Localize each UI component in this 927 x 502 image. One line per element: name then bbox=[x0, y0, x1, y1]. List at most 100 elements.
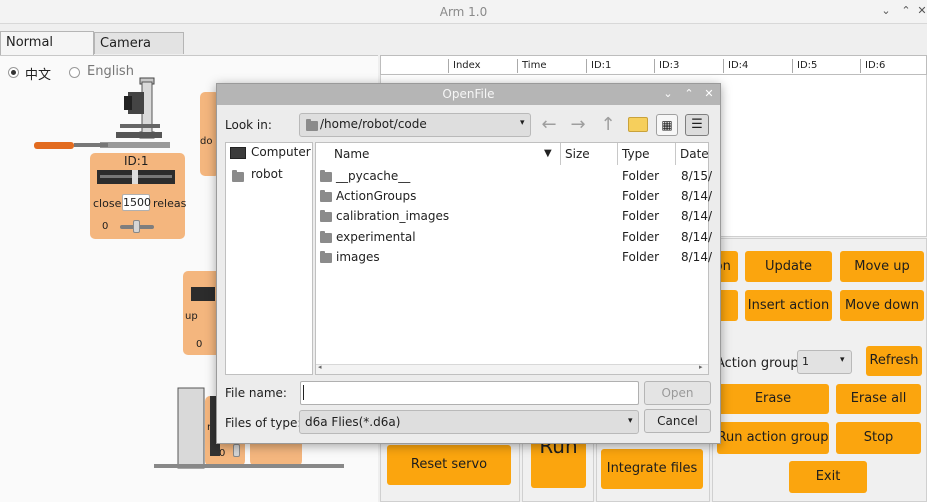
close-icon[interactable]: ✕ bbox=[915, 4, 927, 18]
sidebar-item-robot[interactable]: robot bbox=[228, 167, 314, 187]
action-group-value: 1 bbox=[802, 355, 809, 368]
open-button[interactable]: Open bbox=[644, 381, 711, 405]
erase-all-button[interactable]: Erase all bbox=[836, 384, 921, 414]
file-name: images bbox=[336, 250, 380, 264]
servo-up-offset: 0 bbox=[196, 339, 203, 350]
chevron-down-icon: ▾ bbox=[840, 355, 845, 365]
maximize-icon[interactable]: ⌃ bbox=[899, 4, 913, 18]
servo-offset-label: 0 bbox=[102, 221, 109, 232]
computer-icon bbox=[230, 147, 246, 159]
minimize-icon[interactable]: ⌄ bbox=[879, 4, 893, 18]
erase-button[interactable]: Erase bbox=[717, 384, 829, 414]
folder-icon bbox=[320, 231, 332, 243]
servo-release-label: releas bbox=[153, 197, 187, 210]
back-arrow-icon[interactable]: ← bbox=[538, 114, 560, 136]
sidebar-label-computer: Computer bbox=[251, 145, 311, 159]
chevron-down-icon: ▾ bbox=[520, 118, 525, 128]
reset-servo-button[interactable]: Reset servo bbox=[387, 445, 511, 485]
col-name-label: Name bbox=[334, 147, 370, 161]
look-in-label: Look in: bbox=[225, 118, 272, 132]
folder-icon bbox=[232, 170, 244, 182]
file-type: Folder bbox=[622, 189, 660, 203]
dialog-title: OpenFile bbox=[442, 87, 495, 101]
servo-value-field[interactable]: 1500 bbox=[122, 194, 151, 211]
cancel-button[interactable]: Cancel bbox=[644, 409, 711, 433]
detail-view-icon[interactable]: ☰ bbox=[685, 114, 709, 136]
file-type: Folder bbox=[622, 169, 660, 183]
col-name[interactable]: Name ▼ bbox=[316, 143, 561, 165]
tab-camera-tool[interactable]: Camera Tool bbox=[94, 32, 184, 72]
stop-button[interactable]: Stop bbox=[836, 422, 921, 454]
window-title: Arm 1.0 bbox=[439, 5, 488, 19]
sidebar-item-computer[interactable]: Computer bbox=[228, 145, 314, 165]
exit-button[interactable]: Exit bbox=[789, 461, 867, 493]
servo-slider[interactable] bbox=[97, 170, 175, 184]
col-type[interactable]: Type bbox=[618, 143, 676, 165]
file-name: ActionGroups bbox=[336, 189, 417, 203]
dialog-title-bar: OpenFile bbox=[217, 84, 720, 105]
col-date[interactable]: Date bbox=[676, 143, 709, 165]
file-row[interactable]: ActionGroups Folder 8/14/ bbox=[316, 186, 712, 206]
action-table-header: Index Time ID:1 ID:3 ID:4 ID:5 ID:6 bbox=[380, 55, 927, 75]
file-type: Folder bbox=[622, 250, 660, 264]
look-in-path: /home/robot/code bbox=[320, 117, 427, 131]
file-row[interactable]: experimental Folder 8/14/ bbox=[316, 227, 712, 247]
servo-offset-knob[interactable] bbox=[133, 220, 140, 233]
file-type: Folder bbox=[622, 230, 660, 244]
list-view-icon[interactable]: ▦ bbox=[656, 114, 678, 136]
sort-down-icon: ▼ bbox=[544, 148, 552, 159]
files-of-type-select[interactable]: d6a Flies(*.d6a) ▾ bbox=[299, 410, 639, 434]
servo-partial-label: do bbox=[200, 136, 213, 147]
action-group-select[interactable]: 1 ▾ bbox=[797, 350, 852, 374]
dialog-minimize-icon[interactable]: ⌄ bbox=[661, 87, 675, 101]
file-name: __pycache__ bbox=[336, 169, 411, 183]
folder-icon bbox=[306, 119, 318, 131]
servo-up-slider[interactable] bbox=[191, 287, 215, 301]
file-row[interactable]: calibration_images Folder 8/14/ bbox=[316, 206, 712, 226]
radio-chinese[interactable] bbox=[8, 67, 19, 78]
folder-icon bbox=[320, 210, 332, 222]
files-of-type-value: d6a Flies(*.d6a) bbox=[305, 415, 401, 429]
col-id5: ID:5 bbox=[792, 59, 817, 73]
insert-action-button[interactable]: Insert action bbox=[745, 290, 832, 321]
look-in-combo[interactable]: /home/robot/code ▾ bbox=[299, 113, 531, 137]
move-up-button[interactable]: Move up bbox=[840, 251, 924, 282]
folder-icon bbox=[320, 170, 332, 182]
file-row[interactable]: images Folder 8/14/ bbox=[316, 247, 712, 267]
arm-gripper-image bbox=[34, 77, 170, 149]
files-of-type-label: Files of type: bbox=[225, 416, 302, 430]
scroll-left-icon[interactable]: ◂ bbox=[318, 363, 322, 371]
dialog-maximize-icon[interactable]: ⌃ bbox=[682, 87, 696, 101]
run-action-group-button[interactable]: Run action group bbox=[717, 422, 829, 454]
servo-close-label: close bbox=[93, 197, 122, 210]
file-date: 8/14/ bbox=[681, 189, 712, 203]
file-name: experimental bbox=[336, 230, 416, 244]
servo-up-label: up bbox=[185, 311, 198, 322]
tab-normal-mode[interactable]: Normal Mode bbox=[0, 31, 94, 71]
move-down-button[interactable]: Move down bbox=[840, 290, 924, 321]
col-size[interactable]: Size bbox=[561, 143, 618, 165]
refresh-button[interactable]: Refresh bbox=[866, 346, 922, 376]
scroll-right-icon[interactable]: ▸ bbox=[699, 363, 703, 371]
places-sidebar: Computer robot bbox=[225, 142, 313, 375]
text-cursor bbox=[303, 385, 304, 400]
col-time: Time bbox=[517, 59, 546, 73]
chevron-down-icon: ▾ bbox=[628, 416, 633, 426]
parent-dir-arrow-icon[interactable]: ↑ bbox=[597, 114, 619, 136]
file-date: 8/14/ bbox=[681, 250, 712, 264]
file-row[interactable]: __pycache__ Folder 8/15/ bbox=[316, 166, 712, 186]
new-folder-icon[interactable] bbox=[628, 117, 648, 132]
dialog-close-icon[interactable]: ✕ bbox=[702, 87, 716, 101]
file-name-input[interactable] bbox=[300, 381, 639, 405]
folder-icon bbox=[320, 190, 332, 202]
folder-icon bbox=[320, 251, 332, 263]
integrate-files-button[interactable]: Integrate files bbox=[601, 449, 703, 489]
servo-card-id1: ID:1 close 1500 releas 0 bbox=[90, 153, 187, 239]
file-list: Name ▼ Size Type Date __pycache__ Folder… bbox=[315, 142, 712, 375]
update-action-button[interactable]: Update action bbox=[745, 251, 832, 305]
file-name: calibration_images bbox=[336, 209, 450, 223]
horizontal-scrollbar[interactable]: ◂ ▸ bbox=[316, 363, 708, 374]
forward-arrow-icon[interactable]: → bbox=[567, 114, 589, 136]
servo-id-label: ID:1 bbox=[124, 154, 149, 168]
file-date: 8/15/ bbox=[681, 169, 712, 183]
